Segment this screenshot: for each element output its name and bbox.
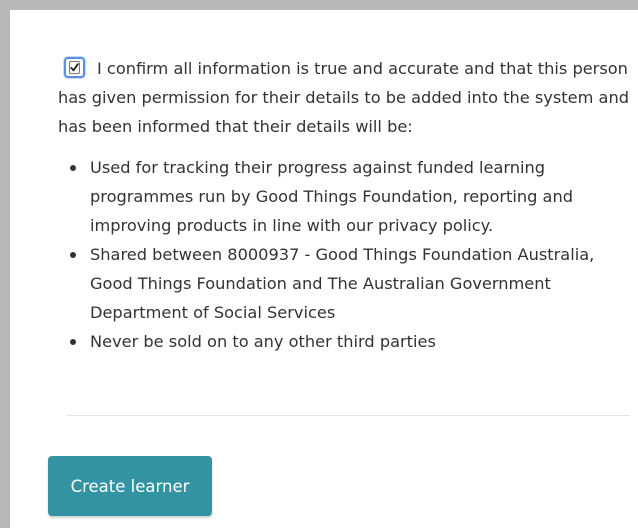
bullet-text: Never be sold on to any other third part… bbox=[90, 332, 436, 351]
bullet-text: Used for tracking their progress against… bbox=[90, 158, 573, 235]
bullet-icon bbox=[70, 339, 76, 345]
create-learner-button[interactable]: Create learner bbox=[48, 456, 212, 516]
consent-checkbox[interactable] bbox=[64, 57, 85, 78]
bullet-icon bbox=[70, 165, 76, 171]
bullet-text: Shared between 8000937 - Good Things Fou… bbox=[90, 245, 595, 322]
consent-bullet-list: Used for tracking their progress against… bbox=[58, 153, 630, 356]
consent-section: I confirm all information is true and ac… bbox=[58, 54, 630, 356]
list-item: Shared between 8000937 - Good Things Fou… bbox=[58, 240, 630, 327]
list-item: Used for tracking their progress against… bbox=[58, 153, 630, 240]
check-icon bbox=[69, 61, 80, 74]
divider bbox=[67, 415, 630, 416]
consent-label: I confirm all information is true and ac… bbox=[58, 59, 629, 136]
form-panel: I confirm all information is true and ac… bbox=[0, 0, 638, 528]
bullet-icon bbox=[70, 252, 76, 258]
list-item: Never be sold on to any other third part… bbox=[58, 327, 630, 356]
